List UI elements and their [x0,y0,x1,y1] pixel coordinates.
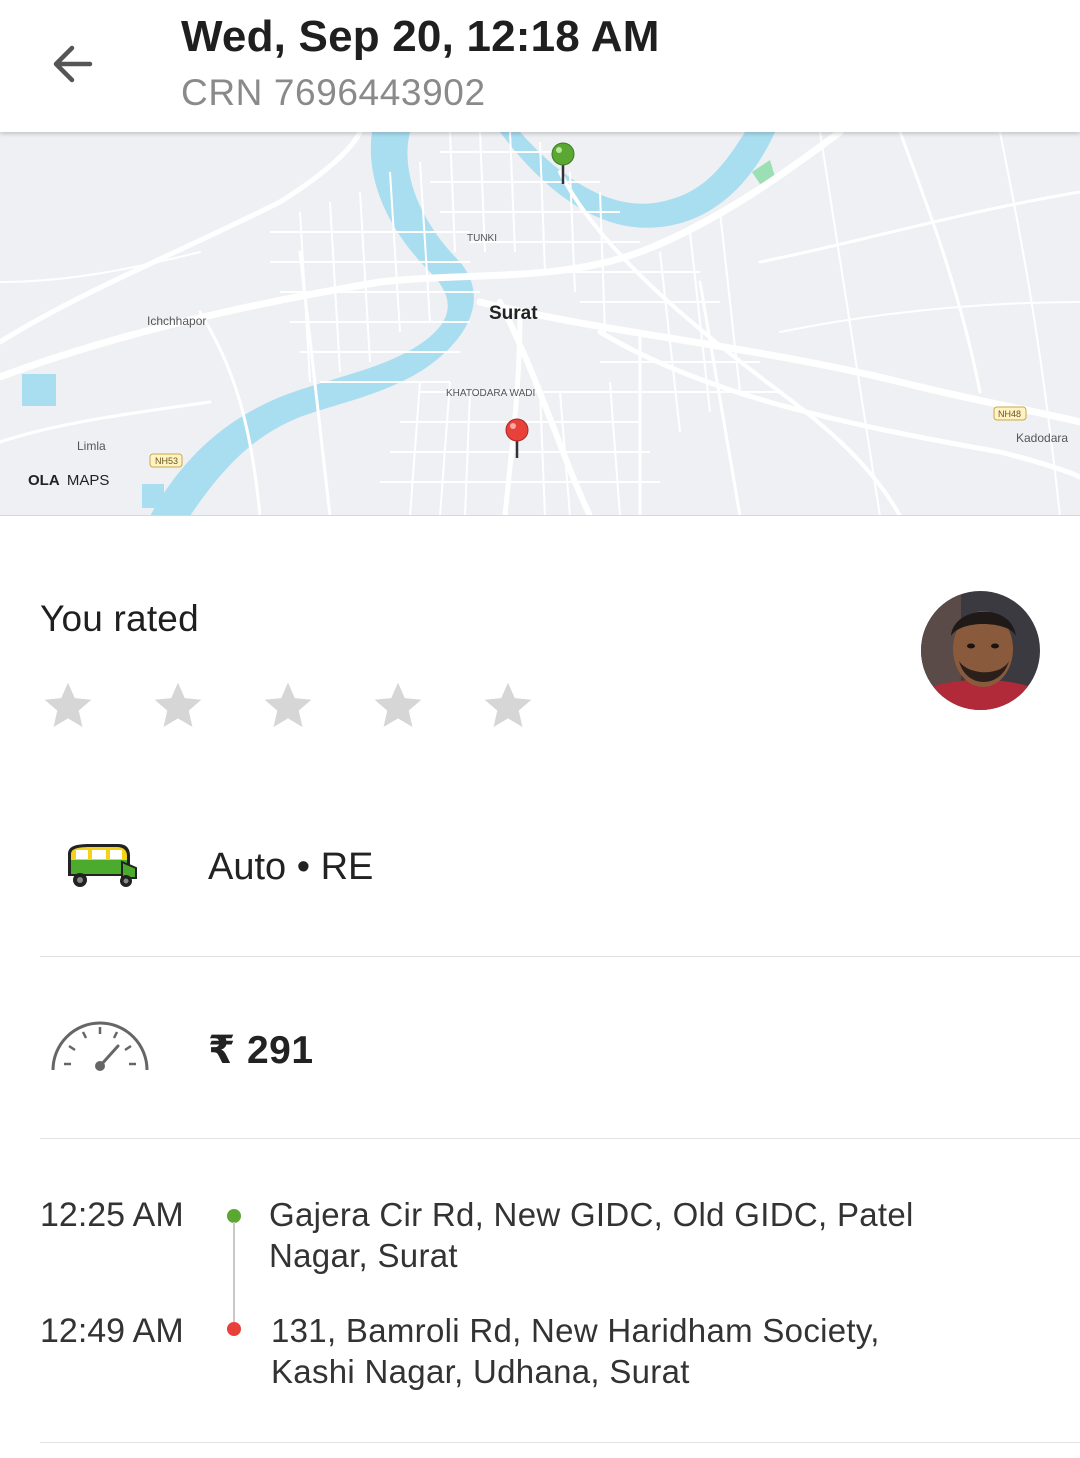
driver-avatar[interactable] [921,591,1040,710]
top-bar: Wed, Sep 20, 12:18 AM CRN 7696443902 [0,0,1080,132]
map-brand-maps: MAPS [67,472,110,489]
highway-badge-nh53: NH53 [149,453,183,468]
speedometer-icon [50,1016,150,1079]
map-label-khatodara: KHATODARA WADI [446,388,535,399]
map-canvas: TUNKI Surat Ichchhapor KHATODARA WADI Li… [0,132,1080,516]
map-brand-ola: OLA [28,472,60,489]
ride-datetime: Wed, Sep 20, 12:18 AM [181,12,660,61]
map-label-ichchhapor: Ichchhapor [147,314,206,328]
rating-title: You rated [40,598,199,639]
divider [40,956,1080,957]
pickup-time: 12:25 AM [40,1196,184,1234]
star-rating[interactable] [40,676,590,736]
star-3-icon[interactable] [260,676,370,736]
star-2-icon[interactable] [150,676,260,736]
star-5-icon[interactable] [480,676,590,736]
back-button[interactable] [42,36,102,92]
divider [40,1442,1080,1443]
svg-text:OLA MAPS: OLA MAPS [28,472,109,489]
pickup-dot-icon [227,1209,241,1223]
svg-text:NH53: NH53 [155,456,178,466]
route-map[interactable]: TUNKI Surat Ichchhapor KHATODARA WADI Li… [0,132,1080,516]
star-1-icon[interactable] [40,676,150,736]
drop-time: 12:49 AM [40,1312,184,1350]
map-divider [0,515,1080,516]
vehicle-type: Auto • RE [208,846,374,888]
pickup-address: Gajera Cir Rd, New GIDC, Old GIDC, Patel… [269,1196,914,1274]
divider [40,1138,1080,1139]
map-label-kadodara: Kadodara [1016,431,1068,445]
arrow-left-icon [53,45,93,83]
highway-badge-nh48: NH48 [993,406,1027,421]
star-4-icon[interactable] [370,676,480,736]
drop-dot-icon [227,1322,241,1336]
drop-address: 131, Bamroli Rd, New Haridham Society, K… [271,1312,880,1390]
crn-number: CRN 7696443902 [181,72,486,113]
fare-amount: ₹ 291 [208,1029,314,1072]
map-label-surat: Surat [489,303,538,324]
map-label-limla: Limla [77,439,106,453]
svg-text:NH48: NH48 [998,409,1021,419]
route-line [233,1222,235,1322]
auto-rickshaw-icon [62,840,138,895]
map-label-tunki: TUNKI [467,233,497,244]
